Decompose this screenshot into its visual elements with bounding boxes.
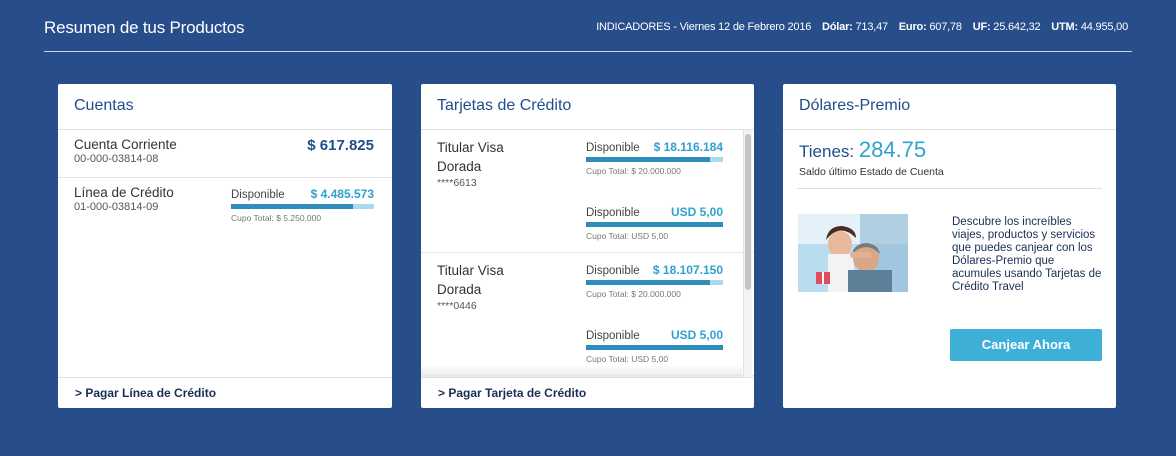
available-value: $ 18.116.184 [653, 140, 723, 154]
cuentas-card-title: Cuentas [58, 84, 392, 130]
availability-bar-fill [586, 280, 710, 285]
scrollbar-thumb[interactable] [745, 134, 751, 290]
indicators-bar: INDICADORES - Viernes 12 de Febrero 2016… [596, 21, 1128, 33]
tienes-balance: Tienes: 284.75 [799, 137, 926, 163]
cupo-total: Cupo Total: $ 20.000.000 [586, 166, 681, 176]
credit-card-holder: Titular Visa Dorada [437, 263, 504, 297]
utm-value: 44.955,00 [1080, 21, 1128, 33]
account-number: 00-000-03814-08 [74, 153, 159, 165]
premio-card-title: Dólares-Premio [783, 84, 1116, 130]
national-availability: Disponible $ 18.107.150 Cupo Total: $ 20… [586, 263, 723, 299]
international-availability: Disponible USD 5,00 Cupo Total: USD 5,00 [586, 205, 723, 241]
available-value: USD 5,00 [670, 328, 723, 342]
canjear-ahora-button[interactable]: Canjear Ahora [950, 329, 1102, 361]
cuentas-card: Cuentas Cuenta Corriente 00-000-03814-08… [58, 84, 392, 408]
tienes-label: Tienes: [799, 142, 855, 161]
credit-line-availability: Disponible $ 4.485.573 Cupo Total: $ 5.2… [231, 187, 374, 223]
credit-card-row[interactable]: Titular Visa Dorada ****6613 Disponible … [421, 130, 754, 253]
credit-card-holder: Titular Visa Dorada [437, 140, 504, 174]
dolares-premio-card: Dólares-Premio Tienes: 284.75 Saldo últi… [783, 84, 1116, 408]
tarjetas-card-title: Tarjetas de Crédito [421, 84, 754, 130]
pagar-tarjeta-credito-link[interactable]: > Pagar Tarjeta de Crédito [421, 377, 754, 408]
available-label: Disponible [586, 265, 640, 277]
available-label: Disponible [586, 207, 640, 219]
availability-bar [586, 222, 723, 227]
account-row-linea-credito[interactable]: Línea de Crédito 01-000-03814-09 Disponi… [58, 178, 392, 226]
top-bar: Resumen de tus Productos INDICADORES - V… [44, 0, 1132, 52]
account-balance: $ 617.825 [307, 137, 374, 154]
available-label: Disponible [231, 189, 285, 201]
international-availability: Disponible USD 5,00 Cupo Total: USD 5,00 [586, 328, 723, 364]
dolar-value: 713,47 [855, 21, 888, 33]
credit-card-name: Titular Visa Dorada ****0446 [437, 261, 547, 313]
available-label: Disponible [586, 142, 640, 154]
availability-bar-fill [586, 157, 711, 162]
tarjetas-card: Tarjetas de Crédito Titular Visa Dorada … [421, 84, 754, 408]
availability-bar-fill [231, 204, 353, 209]
cupo-total: Cupo Total: USD 5,00 [586, 354, 669, 364]
availability-bar-fill [586, 222, 723, 227]
indicators-date: INDICADORES - Viernes 12 de Febrero 2016 [596, 21, 812, 33]
credit-card-row[interactable]: Titular Visa Dorada ****0446 Disponible … [421, 253, 754, 376]
cupo-total: Cupo Total: $ 20.000.000 [586, 289, 681, 299]
tarjetas-scrollbar[interactable] [743, 130, 752, 377]
credit-card-name: Titular Visa Dorada ****6613 [437, 138, 547, 190]
couple-photo-illustration [798, 214, 908, 292]
dolar-label: Dólar: [822, 21, 853, 33]
uf-value: 25.642,32 [993, 21, 1041, 33]
promo-image [798, 214, 908, 292]
account-row-corriente[interactable]: Cuenta Corriente 00-000-03814-08 $ 617.8… [58, 130, 392, 178]
divider [797, 188, 1102, 189]
pagar-linea-credito-link[interactable]: > Pagar Línea de Crédito [58, 377, 392, 408]
saldo-caption: Saldo último Estado de Cuenta [799, 166, 944, 178]
tarjetas-scroll-area[interactable]: Titular Visa Dorada ****6613 Disponible … [421, 130, 754, 377]
cupo-total: Cupo Total: $ 5.250.000 [231, 213, 322, 223]
euro-value: 607,78 [929, 21, 962, 33]
page-title: Resumen de tus Productos [44, 18, 245, 37]
availability-bar-fill [586, 345, 723, 350]
credit-card-number: ****0446 [437, 300, 477, 312]
credit-card-number: ****6613 [437, 177, 477, 189]
cupo-total: Cupo Total: USD 5,00 [586, 231, 669, 241]
scroll-fade [421, 365, 742, 377]
utm-label: UTM: [1051, 21, 1078, 33]
available-value: USD 5,00 [670, 205, 723, 219]
availability-bar [586, 280, 723, 285]
availability-bar [586, 157, 723, 162]
promo-description: Descubre los increíbles viajes, producto… [952, 216, 1102, 293]
available-label: Disponible [586, 330, 640, 342]
availability-bar [231, 204, 374, 209]
euro-label: Euro: [898, 21, 927, 33]
national-availability: Disponible $ 18.116.184 Cupo Total: $ 20… [586, 140, 723, 176]
available-value: $ 18.107.150 [652, 263, 723, 277]
availability-bar [586, 345, 723, 350]
available-value: $ 4.485.573 [310, 187, 374, 201]
tienes-value: 284.75 [858, 137, 927, 162]
uf-label: UF: [972, 21, 991, 33]
